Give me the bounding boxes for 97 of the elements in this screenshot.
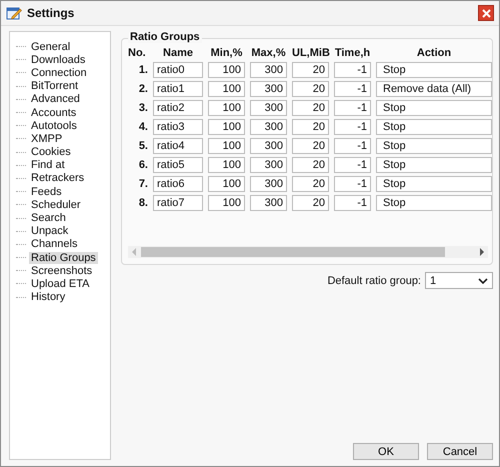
number-field[interactable]: 100 (208, 176, 245, 192)
tree-item[interactable]: Search (29, 212, 68, 224)
number-field[interactable]: 20 (292, 100, 329, 116)
name-field[interactable]: ratio6 (153, 176, 203, 192)
number-field[interactable]: -1 (334, 119, 371, 135)
column-header: Name (162, 47, 194, 59)
horizontal-scrollbar[interactable] (128, 246, 488, 258)
number-field[interactable]: 100 (208, 157, 245, 173)
tree-item[interactable]: Feeds (29, 186, 64, 198)
row-number: 5. (138, 140, 148, 152)
number-field[interactable]: 100 (208, 195, 245, 211)
number-field[interactable]: 100 (208, 138, 245, 154)
number-field[interactable]: 20 (292, 81, 329, 97)
default-group-label: Default ratio group: (327, 274, 421, 286)
tree-item[interactable]: General (29, 40, 72, 53)
action-field[interactable]: Stop (376, 195, 492, 211)
number-field[interactable]: 300 (250, 119, 287, 135)
tree-item[interactable]: Downloads (29, 54, 88, 66)
default-group-dropdown[interactable]: 1 (425, 272, 493, 289)
row-number: 8. (138, 197, 148, 209)
number-field[interactable]: 300 (250, 157, 287, 173)
column-header: Min,% (210, 47, 244, 59)
tree-item[interactable]: Screenshots (29, 264, 94, 277)
action-field[interactable]: Stop (376, 157, 492, 173)
dialog-button[interactable]: OK (353, 443, 419, 460)
number-field[interactable]: 20 (292, 157, 329, 173)
name-field[interactable]: ratio1 (153, 81, 203, 97)
tree-item[interactable]: Cookies (29, 146, 73, 158)
tree-item[interactable]: Unpack (29, 225, 70, 238)
close-icon (482, 8, 490, 18)
number-field[interactable]: 300 (250, 62, 287, 78)
tree-item[interactable]: BitTorrent (29, 80, 80, 92)
dialog-button[interactable]: Cancel (427, 443, 493, 460)
chevron-down-icon (478, 278, 488, 284)
scroll-right-icon[interactable] (479, 248, 485, 256)
name-field[interactable]: ratio7 (153, 195, 203, 211)
column-header: Time,h (334, 47, 371, 59)
name-field[interactable]: ratio2 (153, 100, 203, 116)
row-number: 7. (138, 178, 148, 190)
scrollbar-thumb[interactable] (141, 247, 445, 257)
column-header: Action (416, 47, 452, 59)
action-field[interactable]: Stop (376, 176, 492, 192)
tree-item[interactable]: Retrackers (29, 172, 86, 184)
scroll-left-icon[interactable] (131, 248, 137, 256)
column-header: UL,MiB (292, 47, 329, 59)
action-field[interactable]: Stop (376, 119, 492, 135)
number-field[interactable]: 100 (208, 100, 245, 116)
tree-item[interactable]: Autotools (29, 120, 79, 132)
number-field[interactable]: 20 (292, 138, 329, 154)
column-header: No. (128, 47, 147, 59)
row-number: 3. (138, 102, 148, 114)
row-number: 1. (138, 64, 148, 76)
tree-item[interactable]: Find at (29, 159, 67, 172)
name-field[interactable]: ratio5 (153, 157, 203, 173)
number-field[interactable]: -1 (334, 176, 371, 192)
number-field[interactable]: 100 (208, 119, 245, 135)
tree-item[interactable]: Connection (29, 66, 89, 79)
number-field[interactable]: 100 (208, 62, 245, 78)
name-field[interactable]: ratio4 (153, 138, 203, 154)
action-field[interactable]: Stop (376, 62, 492, 78)
name-field[interactable]: ratio0 (153, 62, 203, 78)
number-field[interactable]: 20 (292, 119, 329, 135)
notepad-pencil-icon (6, 5, 22, 21)
tree-item[interactable]: History (29, 291, 68, 304)
number-field[interactable]: -1 (334, 157, 371, 173)
close-button[interactable] (478, 5, 494, 21)
number-field[interactable]: 300 (250, 100, 287, 116)
number-field[interactable]: 20 (292, 195, 329, 211)
number-field[interactable]: -1 (334, 138, 371, 154)
number-field[interactable]: 300 (250, 138, 287, 154)
group-title: Ratio Groups (128, 31, 202, 43)
tree-item[interactable]: Ratio Groups (29, 252, 98, 264)
tree-item[interactable]: Advanced (29, 93, 82, 106)
number-field[interactable]: 300 (250, 81, 287, 97)
tree-item[interactable]: Accounts (29, 106, 78, 119)
window-title: Settings (27, 6, 76, 20)
column-header: Max,% (250, 47, 287, 59)
number-field[interactable]: -1 (334, 195, 371, 211)
tree-item[interactable]: Scheduler (29, 198, 83, 211)
number-field[interactable]: -1 (334, 62, 371, 78)
number-field[interactable]: -1 (334, 81, 371, 97)
number-field[interactable]: -1 (334, 100, 371, 116)
row-number: 4. (138, 121, 148, 133)
number-field[interactable]: 300 (250, 195, 287, 211)
tree-item[interactable]: XMPP (29, 132, 64, 145)
number-field[interactable]: 20 (292, 176, 329, 192)
row-number: 6. (138, 159, 148, 171)
action-field[interactable]: Stop (376, 138, 492, 154)
name-field[interactable]: ratio3 (153, 119, 203, 135)
number-field[interactable]: 100 (208, 81, 245, 97)
row-number: 2. (138, 83, 148, 95)
action-field[interactable]: Stop (376, 100, 492, 116)
tree-item[interactable]: Upload ETA (29, 278, 92, 290)
number-field[interactable]: 300 (250, 176, 287, 192)
tree-item[interactable]: Channels (29, 238, 80, 250)
action-field[interactable]: Remove data (All) (376, 81, 492, 97)
number-field[interactable]: 20 (292, 62, 329, 78)
